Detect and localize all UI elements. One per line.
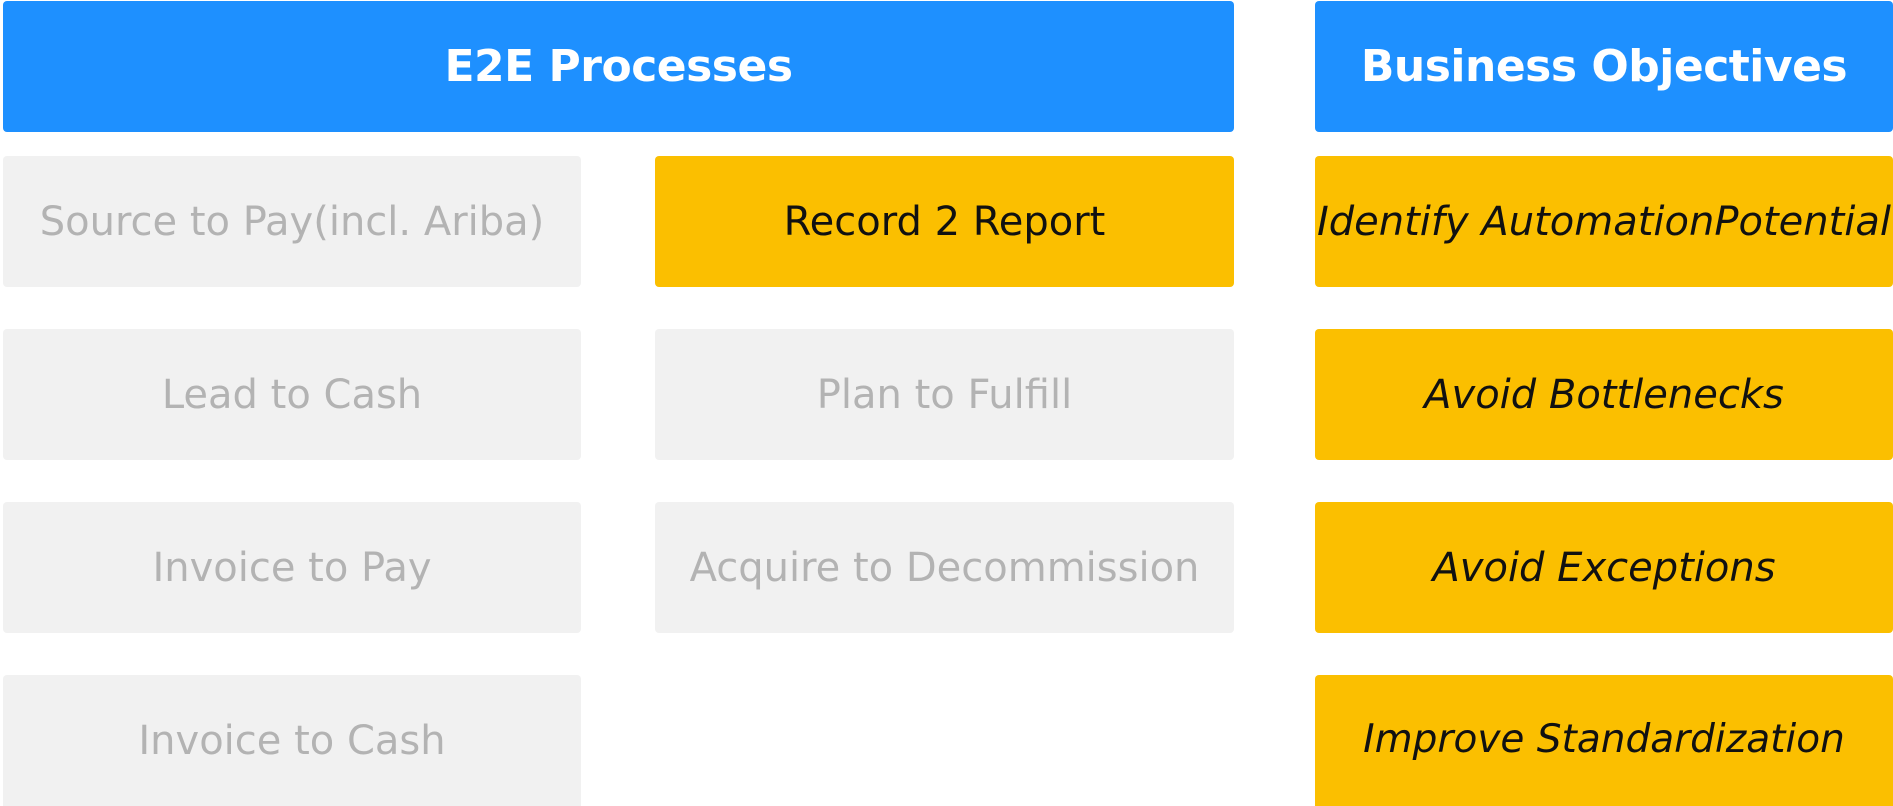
objective-identify-automation[interactable]: Identify Automation Potential [1315, 156, 1893, 287]
objective-identify-automation-line2: Potential [1714, 198, 1892, 245]
business-objectives-header: Business Objectives [1315, 1, 1893, 132]
process-source-to-pay-line2: (incl. Ariba) [313, 198, 545, 245]
process-plan-to-fulfill[interactable]: Plan to Fulfill [655, 329, 1234, 460]
process-record-to-report[interactable]: Record 2 Report [655, 156, 1234, 287]
objective-improve-standardization[interactable]: Improve Standardization [1315, 675, 1893, 806]
process-acquire-to-decommission[interactable]: Acquire to Decommission [655, 502, 1234, 633]
process-source-to-pay-line1: Source to Pay [39, 198, 314, 245]
objective-avoid-bottlenecks[interactable]: Avoid Bottlenecks [1315, 329, 1893, 460]
process-invoice-to-cash[interactable]: Invoice to Cash [3, 675, 581, 806]
process-invoice-to-pay[interactable]: Invoice to Pay [3, 502, 581, 633]
objective-identify-automation-line1: Identify Automation [1316, 198, 1715, 245]
process-lead-to-cash[interactable]: Lead to Cash [3, 329, 581, 460]
objective-avoid-exceptions[interactable]: Avoid Exceptions [1315, 502, 1893, 633]
process-source-to-pay[interactable]: Source to Pay (incl. Ariba) [3, 156, 581, 287]
e2e-processes-header: E2E Processes [3, 1, 1234, 132]
